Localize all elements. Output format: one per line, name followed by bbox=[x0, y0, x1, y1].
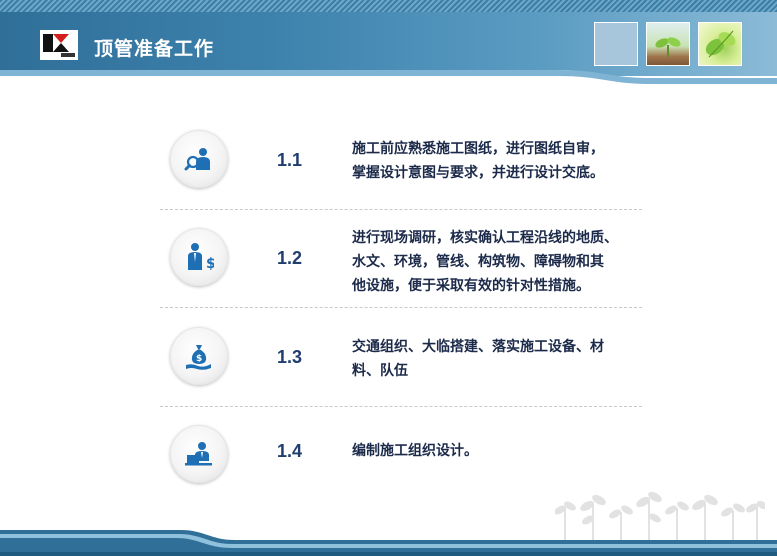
row-divider bbox=[160, 406, 642, 407]
item-number: 1.4 bbox=[277, 441, 303, 461]
row-divider bbox=[160, 307, 642, 308]
item-icon-circle bbox=[170, 425, 228, 483]
svg-text:$: $ bbox=[196, 354, 202, 364]
item-text: 编制施工组织设计。 bbox=[352, 439, 637, 463]
company-logo bbox=[40, 30, 78, 60]
item-text-line: 编制施工组织设计。 bbox=[352, 443, 478, 459]
item-number: 1.1 bbox=[277, 150, 303, 170]
slide: 顶管准备工作 1.1 施工前应熟悉施工图纸，进行图纸自审， 掌握设计意图与要求，… bbox=[0, 0, 777, 556]
magnifier-person-icon bbox=[184, 148, 210, 171]
footer-band bbox=[0, 530, 777, 556]
page-title: 顶管准备工作 bbox=[94, 38, 215, 60]
seedling-icon bbox=[655, 37, 681, 57]
header-thumbnail-blank bbox=[594, 22, 638, 66]
item-text-line: 水文、环境，管线、构筑物、障碍物和其 bbox=[352, 254, 604, 270]
person-laptop-icon bbox=[185, 442, 212, 466]
item-text-line: 料、队伍 bbox=[352, 363, 408, 379]
header-thumbnail-leaves bbox=[698, 22, 742, 66]
list-item: 1.1 施工前应熟悉施工图纸，进行图纸自审， 掌握设计意图与要求，并进行设计交底… bbox=[160, 130, 642, 190]
item-text-line: 进行现场调研，核实确认工程沿线的地质、 bbox=[352, 230, 618, 246]
item-icon-circle bbox=[170, 130, 228, 188]
logo-mark-icon bbox=[41, 31, 77, 59]
money-bag-hand-icon: $ bbox=[186, 345, 211, 370]
item-text: 交通组织、大临搭建、落实施工设备、材 料、队伍 bbox=[352, 335, 637, 383]
list-item: $ 1.3 交通组织、大临搭建、落实施工设备、材 料、队伍 bbox=[160, 327, 642, 387]
item-text-line: 交通组织、大临搭建、落实施工设备、材 bbox=[352, 339, 604, 355]
item-text-line: 掌握设计意图与要求，并进行设计交底。 bbox=[352, 165, 604, 181]
businessman-dollar-icon: $ bbox=[188, 243, 214, 272]
item-icon-circle: $ bbox=[170, 228, 228, 286]
row-divider bbox=[160, 209, 642, 210]
item-text: 进行现场调研，核实确认工程沿线的地质、 水文、环境，管线、构筑物、障碍物和其 他… bbox=[352, 226, 637, 298]
item-number: 1.3 bbox=[277, 347, 303, 367]
header-thumbnail-seedling bbox=[646, 22, 690, 66]
header-curve bbox=[0, 70, 777, 94]
svg-text:$: $ bbox=[206, 256, 214, 272]
list-item: 1.4 编制施工组织设计。 bbox=[160, 425, 642, 485]
leaves-icon bbox=[705, 30, 736, 58]
item-number: 1.2 bbox=[277, 248, 303, 268]
item-text-line: 施工前应熟悉施工图纸，进行图纸自审， bbox=[352, 141, 604, 157]
item-text: 施工前应熟悉施工图纸，进行图纸自审， 掌握设计意图与要求，并进行设计交底。 bbox=[352, 137, 637, 185]
header-stripe bbox=[0, 0, 777, 12]
item-text-line: 他设施，便于采取有效的针对性措施。 bbox=[352, 278, 590, 294]
list-item: $ 1.2 进行现场调研，核实确认工程沿线的地质、 水文、环境，管线、构筑物、障… bbox=[160, 228, 642, 294]
item-icon-circle: $ bbox=[170, 327, 228, 385]
